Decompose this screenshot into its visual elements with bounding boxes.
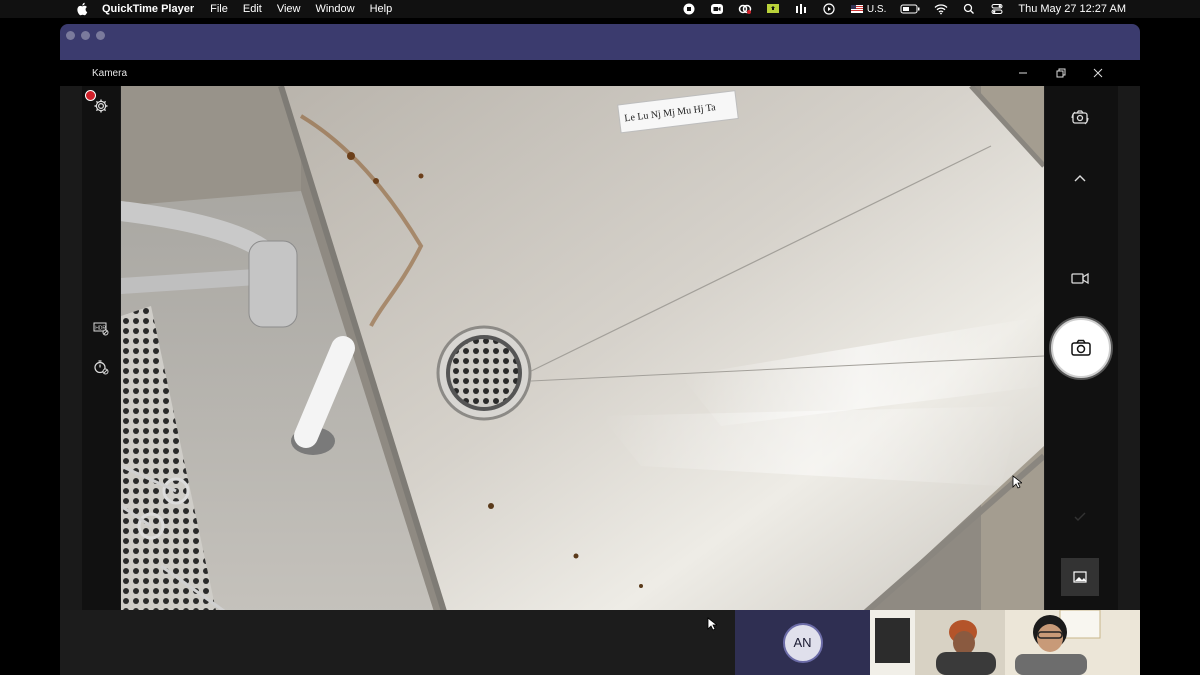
avatar: AN: [782, 622, 823, 663]
play-icon[interactable]: [822, 3, 836, 15]
gear-icon[interactable]: [92, 97, 110, 115]
checkmark-icon: [1069, 506, 1091, 528]
camera-viewfinder[interactable]: Le Lu Nj Mj Mu Hj Ta: [121, 86, 1044, 634]
stop-recording-icon[interactable]: [682, 3, 696, 15]
mouse-pointer-icon: [707, 617, 717, 631]
wifi-icon[interactable]: [934, 3, 948, 15]
quicktime-window: Kamera HDR Le Lu Nj Mj Mu Hj Ta AN: [60, 24, 1140, 675]
participant-tile-video-1[interactable]: [870, 610, 1005, 675]
switch-camera-icon[interactable]: [1069, 106, 1091, 128]
us-flag-icon[interactable]: [850, 3, 864, 15]
menu-edit[interactable]: Edit: [243, 3, 262, 15]
camera-titlebar: Kamera: [60, 60, 1140, 86]
hdr-off-icon[interactable]: HDR: [92, 319, 110, 337]
audio-meter-icon[interactable]: [794, 3, 808, 15]
participant-video-2: [1005, 610, 1140, 675]
camera-right-rail: [1045, 86, 1118, 634]
camera-left-rail: HDR: [82, 86, 120, 634]
viewfinder-image: Le Lu Nj Mj Mu Hj Ta: [121, 86, 1044, 634]
participant-tile-video-2[interactable]: [1005, 610, 1140, 675]
zoom-icon[interactable]: [710, 3, 724, 15]
spotlight-search-icon[interactable]: [962, 3, 976, 15]
menu-window[interactable]: Window: [315, 3, 354, 15]
meeting-participants-strip: AN: [60, 610, 1140, 675]
take-photo-button[interactable]: [1051, 318, 1111, 378]
gallery-button[interactable]: [1061, 558, 1099, 596]
creative-cloud-icon[interactable]: [738, 3, 752, 15]
menu-help[interactable]: Help: [370, 3, 393, 15]
menu-bar: QuickTime Player File Edit View Window H…: [0, 0, 1200, 18]
quicktime-titlebar[interactable]: [60, 24, 1140, 60]
mouse-pointer-icon: [1012, 475, 1022, 489]
fullscreen-window-button[interactable]: [96, 31, 105, 40]
camera-app: Kamera HDR Le Lu Nj Mj Mu Hj Ta: [60, 60, 1140, 634]
chevron-up-icon[interactable]: [1069, 167, 1091, 189]
menu-file[interactable]: File: [210, 3, 228, 15]
participant-video-1: [870, 610, 1005, 675]
camera-icon: [1071, 339, 1091, 356]
timer-off-icon[interactable]: [92, 358, 110, 376]
app-name-menu[interactable]: QuickTime Player: [102, 3, 194, 15]
minimize-button[interactable]: [1014, 64, 1032, 82]
minimize-window-button[interactable]: [81, 31, 90, 40]
close-button[interactable]: [1089, 64, 1107, 82]
input-source-label[interactable]: U.S.: [867, 4, 886, 15]
menu-clock[interactable]: Thu May 27 12:27 AM: [1018, 3, 1126, 15]
apple-icon[interactable]: [76, 2, 88, 16]
menu-view[interactable]: View: [277, 3, 301, 15]
battery-icon[interactable]: [900, 3, 920, 15]
participant-tile-an[interactable]: AN: [735, 610, 870, 675]
video-camera-icon[interactable]: [1069, 267, 1091, 289]
close-window-button[interactable]: [66, 31, 75, 40]
gallery-icon: [1073, 571, 1087, 583]
restore-button[interactable]: [1052, 64, 1070, 82]
screen-share-icon[interactable]: [766, 3, 780, 15]
control-center-icon[interactable]: [990, 3, 1004, 15]
camera-title: Kamera: [92, 68, 128, 79]
